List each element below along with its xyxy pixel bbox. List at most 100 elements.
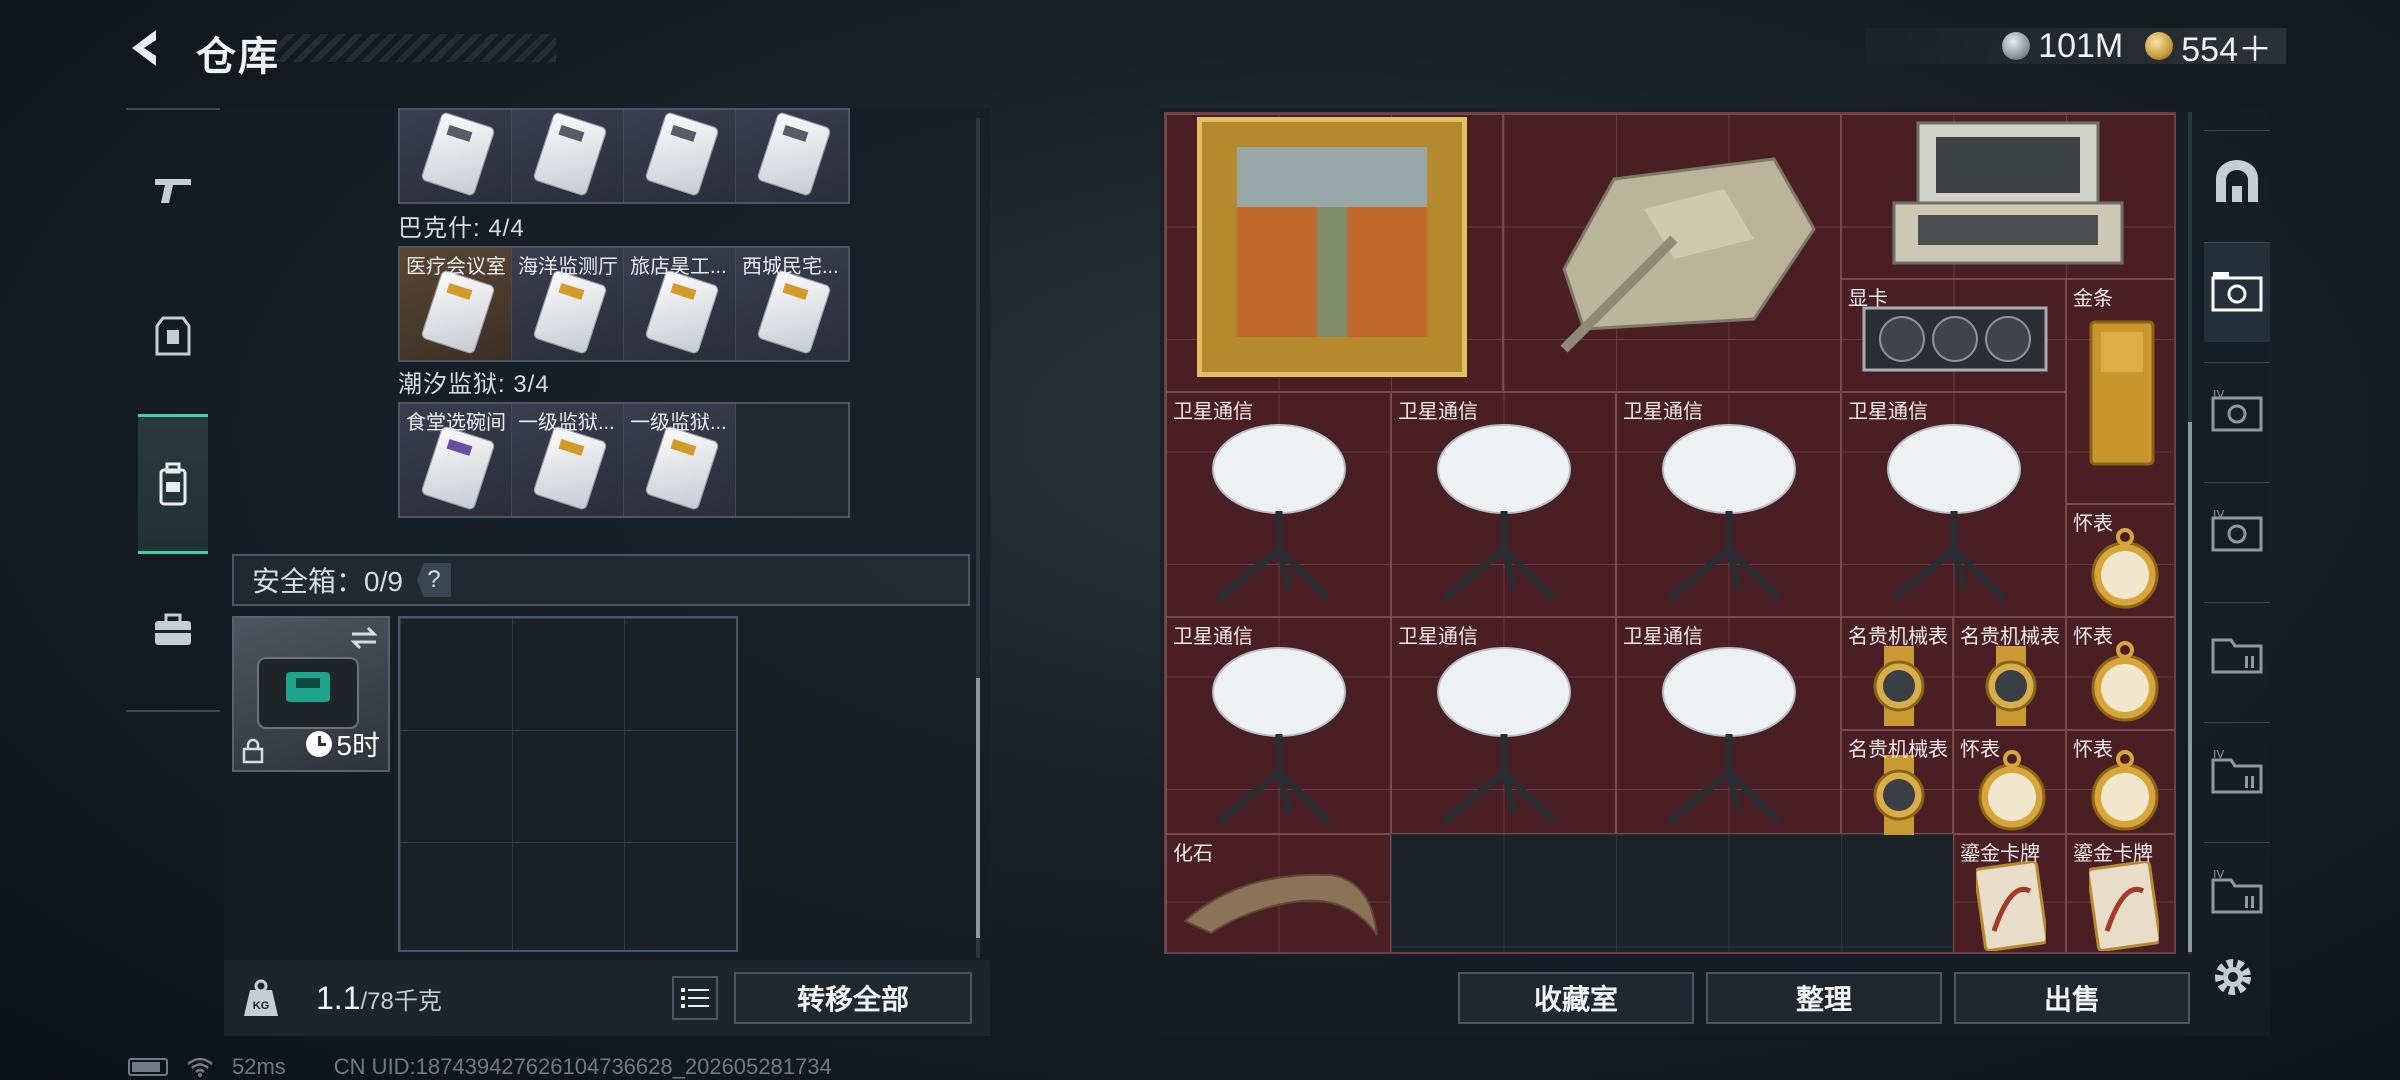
- organize-button[interactable]: 整理: [1706, 972, 1942, 1024]
- rail-item-armor[interactable]: [138, 296, 208, 376]
- folder-storage-icon: IV: [2211, 750, 2263, 793]
- gilded-card-item[interactable]: 鎏金卡牌: [2066, 834, 2174, 952]
- keycard-name: 医疗会议室: [406, 256, 506, 278]
- luxury-watch-item[interactable]: 名贵机械表: [1953, 617, 2066, 730]
- luxury-watch-item[interactable]: 名贵机械表: [1841, 730, 1953, 835]
- safe-box-capacity: 安全箱：0/9: [252, 566, 403, 597]
- keycard-slot-empty[interactable]: [736, 404, 848, 516]
- pocket-watch-item[interactable]: 怀表: [2066, 504, 2174, 617]
- pocket-watch-item[interactable]: 怀表: [1953, 730, 2066, 834]
- item-name: 卫星通信: [1173, 401, 1253, 423]
- keycard-icon: [644, 111, 720, 197]
- keycard-slot[interactable]: 一级监狱...: [512, 404, 624, 516]
- storage-cabinet-icon: IV: [2211, 390, 2263, 431]
- currency-gold[interactable]: 554＋: [2145, 22, 2272, 71]
- keycard-slot[interactable]: [624, 110, 736, 202]
- keycard-row-top: [398, 108, 850, 204]
- keycard-group-label: 巴克什: 4/4: [398, 215, 525, 242]
- svg-text:IV: IV: [2213, 510, 2224, 521]
- pocket-watch-item[interactable]: 怀表: [2066, 617, 2174, 730]
- item-name: 怀表: [1960, 739, 2000, 761]
- ping-value: 52ms: [232, 1054, 286, 1079]
- keycard-group-tidal-prison: 食堂选碗间 一级监狱... 一级监狱...: [398, 402, 850, 518]
- silver-coin-icon: [2002, 32, 2031, 60]
- safe-box-timer: 5时: [306, 724, 380, 764]
- weight-max: /78千克: [360, 988, 442, 1015]
- satellite-comms-item[interactable]: 卫星通信: [1166, 617, 1391, 834]
- gpu-item[interactable]: 显卡: [1841, 279, 2066, 392]
- tab-safehouse[interactable]: [2204, 130, 2270, 230]
- rail-item-weapons[interactable]: [138, 150, 208, 230]
- safe-box-item[interactable]: 5时: [232, 616, 390, 772]
- keycard-name: 一级监狱...: [630, 412, 727, 434]
- case-icon: [1892, 121, 2124, 265]
- warehouse-tabs: IV IV IV IV: [2204, 108, 2270, 964]
- sell-button[interactable]: 出售: [1954, 972, 2190, 1024]
- tab-warehouse-2[interactable]: IV: [2204, 362, 2270, 462]
- item-name: 怀表: [2073, 739, 2113, 761]
- currency-silver[interactable]: 101M: [2002, 27, 2123, 66]
- collection-room-button[interactable]: 收藏室: [1458, 972, 1694, 1024]
- transfer-all-button[interactable]: 转移全部: [734, 972, 972, 1024]
- satellite-comms-item[interactable]: 卫星通信: [1616, 617, 1841, 834]
- rail-item-backpack[interactable]: [138, 414, 208, 554]
- fossil-item[interactable]: 化石: [1166, 834, 1391, 952]
- help-button[interactable]: ?: [416, 563, 451, 597]
- item-name: 名贵机械表: [1848, 739, 1948, 761]
- weight-current: 1.1: [316, 980, 361, 1016]
- satellite-comms-item[interactable]: 卫星通信: [1166, 392, 1391, 617]
- gear-icon: [2215, 959, 2251, 995]
- list-view-button[interactable]: [672, 976, 718, 1020]
- safe-box-grid[interactable]: [398, 616, 738, 952]
- keycard-slot[interactable]: 食堂选碗间: [400, 404, 512, 516]
- settings-button[interactable]: [2208, 952, 2258, 1002]
- tank-item[interactable]: [1503, 114, 1841, 392]
- keycard-slot[interactable]: 西城民宅...: [736, 248, 848, 360]
- keycard-slot[interactable]: [512, 110, 624, 202]
- wristwatch-icon: [1873, 755, 1925, 835]
- tab-warehouse-3[interactable]: IV: [2204, 482, 2270, 582]
- pocket-watch-icon: [2091, 528, 2159, 609]
- tank-icon: [1560, 157, 1816, 353]
- satellite-dish-icon: [1662, 647, 1796, 825]
- rail-item-toolbox[interactable]: [138, 590, 208, 670]
- satellite-comms-item[interactable]: 卫星通信: [1391, 392, 1616, 617]
- tab-warehouse-4[interactable]: [2204, 602, 2270, 702]
- currency-gold-value: 554＋: [2181, 30, 2272, 69]
- tab-warehouse-5[interactable]: IV: [2204, 722, 2270, 822]
- keycard-icon: [756, 269, 832, 355]
- gold-bar-item[interactable]: 金条: [2066, 279, 2174, 504]
- pocket-watch-item[interactable]: 怀表: [2066, 730, 2174, 834]
- armor-icon: [155, 316, 191, 356]
- scrollbar-thumb[interactable]: [976, 678, 980, 938]
- currency-bar: 101M 554＋: [1866, 27, 2286, 69]
- painting-item[interactable]: [1166, 114, 1503, 392]
- satellite-comms-item[interactable]: 卫星通信: [1616, 392, 1841, 617]
- gun-icon: [155, 179, 191, 203]
- keycard-slot[interactable]: [400, 110, 512, 202]
- field-computer-case-item[interactable]: [1841, 114, 2174, 279]
- luxury-watch-item[interactable]: 名贵机械表: [1841, 617, 1953, 730]
- keycard-name: 一级监狱...: [518, 412, 615, 434]
- scrollbar-thumb[interactable]: [2188, 422, 2192, 952]
- clock-icon: [306, 731, 333, 757]
- keycard-slot[interactable]: 一级监狱...: [624, 404, 736, 516]
- back-button[interactable]: [126, 26, 170, 70]
- wristwatch-icon: [1985, 646, 2037, 726]
- backpack-scrollbar[interactable]: [976, 118, 980, 958]
- item-name: 怀表: [2073, 513, 2113, 535]
- tab-warehouse-1[interactable]: [2204, 242, 2270, 342]
- keycard-icon: [532, 425, 608, 511]
- satellite-comms-item[interactable]: 卫星通信: [1841, 392, 2066, 617]
- tab-warehouse-6[interactable]: IV: [2204, 842, 2270, 942]
- keycard-slot[interactable]: 旅店昊工...: [624, 248, 736, 360]
- empty-slots[interactable]: [1391, 834, 1953, 952]
- keycard-slot[interactable]: 医疗会议室: [400, 248, 512, 360]
- satellite-comms-item[interactable]: 卫星通信: [1391, 617, 1616, 834]
- lock-icon: [242, 738, 264, 764]
- warehouse-scrollbar[interactable]: [2188, 112, 2192, 954]
- keycard-slot[interactable]: 海洋监测厅: [512, 248, 624, 360]
- warehouse-grid[interactable]: 显卡 金条 卫星通信 卫星通信 卫星通信 卫星通信 怀表 卫星通信 卫星通信 卫…: [1164, 112, 2176, 954]
- keycard-slot[interactable]: [736, 110, 848, 202]
- gilded-card-item[interactable]: 鎏金卡牌: [1953, 834, 2066, 952]
